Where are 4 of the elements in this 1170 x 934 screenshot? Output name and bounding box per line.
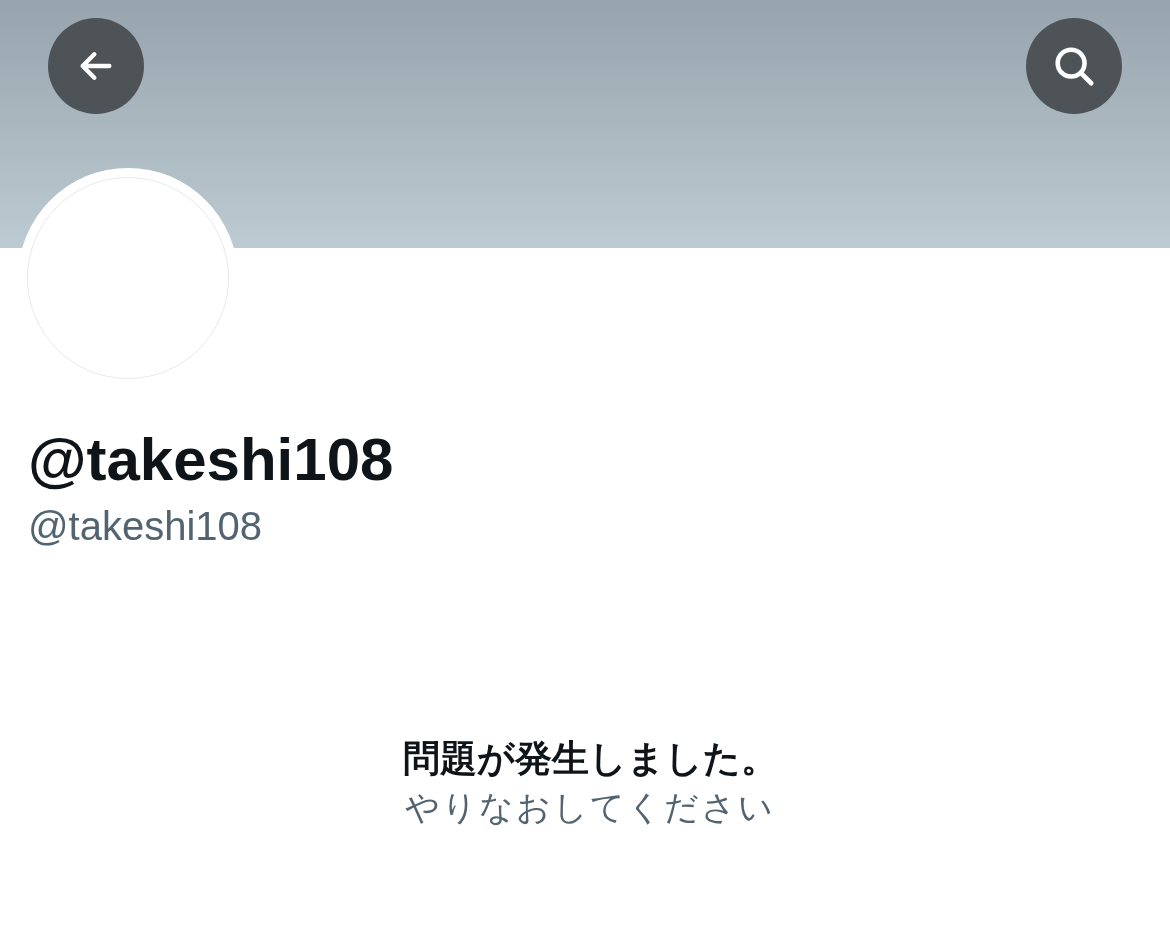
error-title: 問題が発生しました。 [402, 737, 778, 781]
error-message: やりなおしてください [405, 787, 775, 828]
username-handle: @takeshi108 [28, 503, 264, 550]
display-name: @takeshi108 [28, 425, 395, 495]
